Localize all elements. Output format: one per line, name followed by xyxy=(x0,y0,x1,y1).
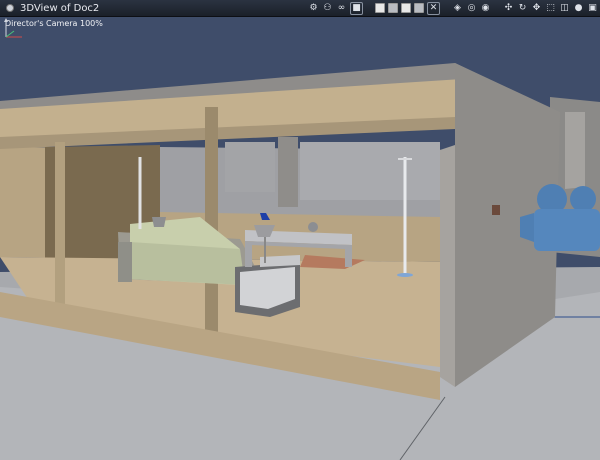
render-options-icon[interactable]: ⚙ xyxy=(308,3,319,14)
wall-switch xyxy=(492,205,500,215)
axis-gizmo-icon xyxy=(4,18,22,38)
camera-move-icon[interactable]: ↻ xyxy=(517,3,528,14)
hierarchy-icon[interactable]: ⚇ xyxy=(322,3,333,14)
camera-rotate-icon[interactable]: ✣ xyxy=(503,3,514,14)
render-area-icon[interactable]: ▣ xyxy=(587,3,598,14)
sofa-front xyxy=(130,242,245,285)
toolbar-separator xyxy=(494,3,500,14)
camera-reel-2 xyxy=(570,186,596,212)
back-window xyxy=(300,142,440,200)
sphere-object xyxy=(308,222,318,232)
back-window-2 xyxy=(225,142,275,192)
bounding-box-icon[interactable]: ⬚ xyxy=(545,3,556,14)
camera-dolly-icon[interactable]: ◈ xyxy=(452,3,463,14)
layout-4-icon[interactable] xyxy=(414,3,424,13)
3d-view-window: 3DView of Doc2 ⚙ ⚇ ∞ ■ ✕ ◈ ◎ ◉ ✣ ↻ ✥ ⬚ ◫… xyxy=(0,0,600,460)
floor-lamp-base xyxy=(397,273,413,277)
camera-pan-icon[interactable]: ◉ xyxy=(480,3,491,14)
title-bar[interactable]: 3DView of Doc2 ⚙ ⚇ ∞ ■ ✕ ◈ ◎ ◉ ✣ ↻ ✥ ⬚ ◫… xyxy=(0,0,600,17)
sofa-lamp-shade xyxy=(152,217,166,227)
layout-2-icon[interactable] xyxy=(388,3,398,13)
sofa-arm xyxy=(118,242,132,282)
close-window-icon[interactable] xyxy=(6,4,14,12)
pillar-1 xyxy=(55,142,65,310)
distant-wall-panel xyxy=(565,112,585,189)
camera-orbit-icon[interactable]: ◎ xyxy=(466,3,477,14)
layout-3-icon[interactable] xyxy=(401,3,411,13)
close-x-icon[interactable]: ✕ xyxy=(427,1,440,15)
right-wall-edge xyxy=(440,145,455,387)
pillar-2 xyxy=(205,107,218,332)
glasses-icon[interactable]: ∞ xyxy=(336,3,347,14)
camera-zoom-icon[interactable]: ✥ xyxy=(531,3,542,14)
layout-1-icon[interactable] xyxy=(375,3,385,13)
scene-render xyxy=(0,63,600,460)
camera-body xyxy=(534,209,600,251)
camera-lens xyxy=(520,213,534,242)
toolbar-separator xyxy=(366,3,372,14)
toolbar-separator xyxy=(443,3,449,14)
cube-icon[interactable]: ◫ xyxy=(559,3,570,14)
view-toolbar: ⚙ ⚇ ∞ ■ ✕ ◈ ◎ ◉ ✣ ↻ ✥ ⬚ ◫ ● ▣ xyxy=(308,1,598,15)
shading-solid-icon[interactable]: ■ xyxy=(350,1,363,15)
window-title: 3DView of Doc2 xyxy=(20,2,100,14)
sphere-icon[interactable]: ● xyxy=(573,3,584,14)
3d-viewport[interactable]: Director's Camera 100% xyxy=(0,17,600,460)
back-pillar xyxy=(278,137,298,207)
